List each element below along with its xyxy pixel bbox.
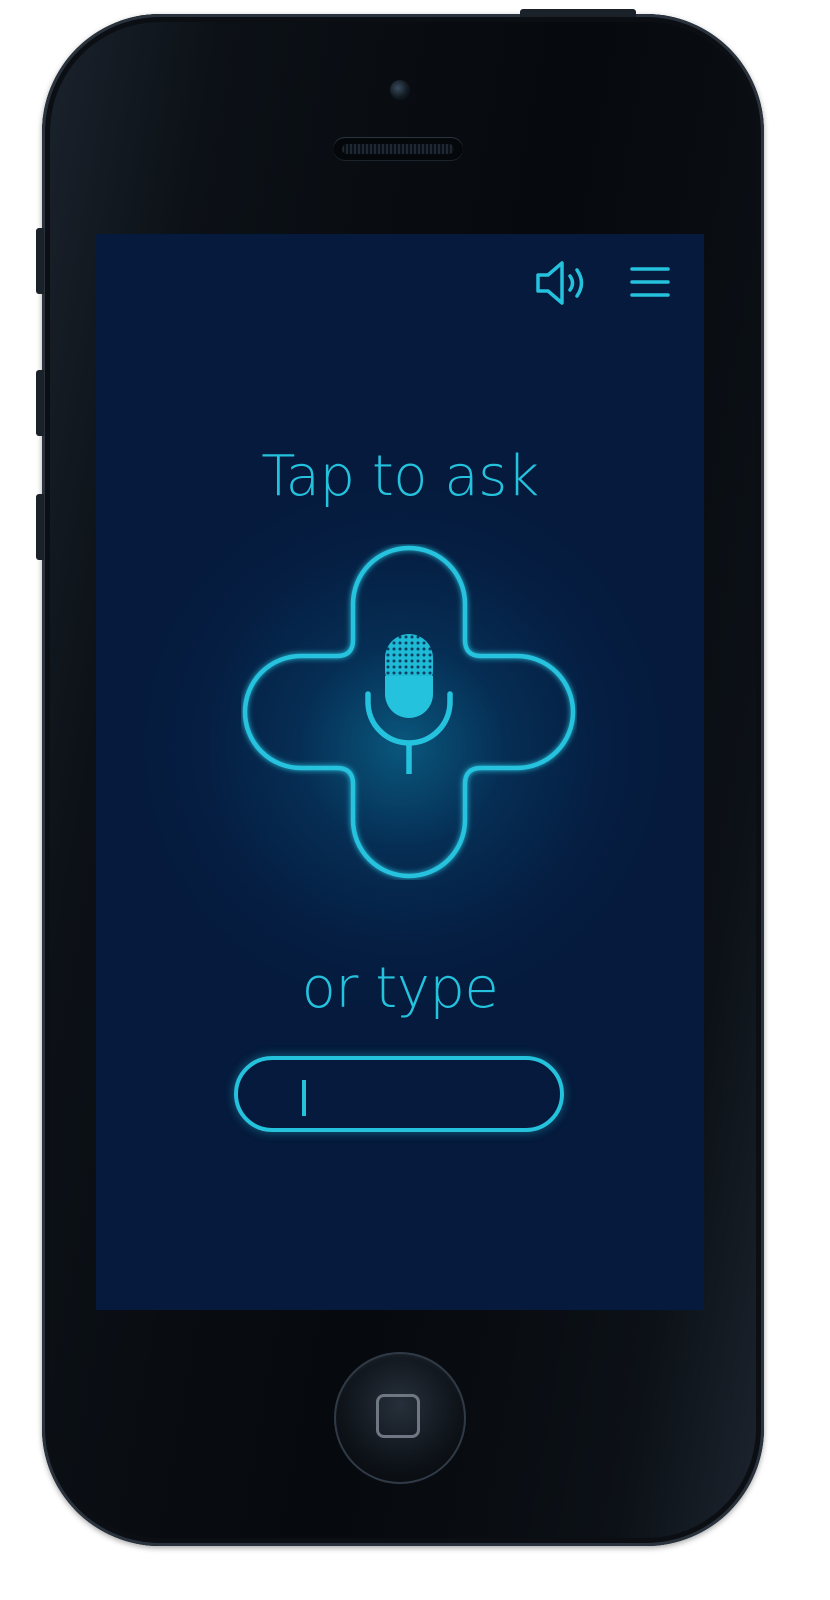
speaker-icon[interactable] <box>532 258 590 308</box>
hamburger-menu-icon[interactable] <box>630 262 670 302</box>
volume-down-button <box>36 494 44 560</box>
home-square-icon <box>376 1394 420 1438</box>
microphone-icon <box>365 634 453 774</box>
tap-to-ask-label: Tap to ask <box>261 444 539 509</box>
or-type-label: or type <box>301 956 499 1021</box>
app-screen: Tap to ask or type <box>96 234 704 1310</box>
power-button <box>520 9 636 17</box>
mute-switch <box>36 228 44 294</box>
front-camera <box>390 80 410 100</box>
question-input[interactable] <box>304 1060 534 1128</box>
earpiece-speaker <box>333 137 463 161</box>
question-input-field[interactable] <box>234 1056 564 1132</box>
microphone-button[interactable] <box>241 544 577 880</box>
home-button[interactable] <box>334 1352 466 1484</box>
volume-up-button <box>36 370 44 436</box>
